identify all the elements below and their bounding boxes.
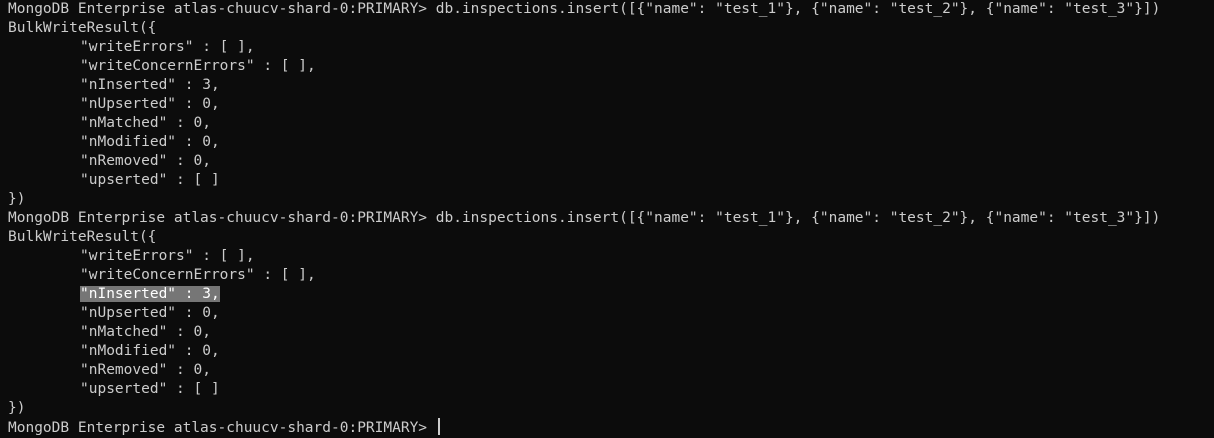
result-field: "nModified" : 0, — [8, 342, 1214, 361]
result-field: "writeErrors" : [ ], — [8, 38, 1214, 57]
field-text: "upserted" : [ ] — [80, 381, 220, 397]
result-open: BulkWriteResult({ — [8, 229, 157, 245]
command-line: MongoDB Enterprise atlas-chuucv-shard-0:… — [8, 209, 1214, 228]
result-field: "nUpserted" : 0, — [8, 95, 1214, 114]
result-field: "nInserted" : 3, — [8, 76, 1214, 95]
result-field: "nMatched" : 0, — [8, 114, 1214, 133]
selected-text[interactable]: "nInserted" : 3, — [80, 286, 220, 302]
result-field: "nModified" : 0, — [8, 133, 1214, 152]
terminal-window[interactable]: MongoDB Enterprise atlas-chuucv-shard-0:… — [0, 0, 1214, 438]
field-text: "nUpserted" : 0, — [80, 305, 220, 321]
field-text: "writeConcernErrors" : [ ], — [80, 267, 316, 283]
shell-prompt: MongoDB Enterprise atlas-chuucv-shard-0:… — [8, 1, 436, 17]
field-text: "nModified" : 0, — [80, 343, 220, 359]
result-field: "upserted" : [ ] — [8, 380, 1214, 399]
result-field: "nUpserted" : 0, — [8, 304, 1214, 323]
field-text: "nUpserted" : 0, — [80, 96, 220, 112]
result-field: "nMatched" : 0, — [8, 323, 1214, 342]
command-line: MongoDB Enterprise atlas-chuucv-shard-0:… — [8, 0, 1214, 19]
text-cursor — [437, 418, 440, 435]
field-text: "nRemoved" : 0, — [80, 362, 211, 378]
command-text: db.inspections.insert([{"name": "test_1"… — [435, 1, 1161, 17]
field-text: "writeErrors" : [ ], — [80, 248, 255, 264]
field-text: "writeConcernErrors" : [ ], — [80, 58, 316, 74]
result-field: "nRemoved" : 0, — [8, 361, 1214, 380]
result-field: "writeConcernErrors" : [ ], — [8, 57, 1214, 76]
result-field: "writeErrors" : [ ], — [8, 247, 1214, 266]
shell-prompt: MongoDB Enterprise atlas-chuucv-shard-0:… — [8, 210, 436, 226]
field-text: "nRemoved" : 0, — [80, 153, 211, 169]
shell-prompt: MongoDB Enterprise atlas-chuucv-shard-0:… — [8, 420, 436, 436]
result-close: }) — [8, 400, 26, 416]
field-text: "writeErrors" : [ ], — [80, 39, 255, 55]
result-field: "writeConcernErrors" : [ ], — [8, 266, 1214, 285]
result-close: }) — [8, 191, 26, 207]
field-text: "nMatched" : 0, — [80, 324, 211, 340]
field-text: "nInserted" : 3, — [80, 77, 220, 93]
field-text: "nModified" : 0, — [80, 134, 220, 150]
field-text: "upserted" : [ ] — [80, 172, 220, 188]
input-line[interactable]: MongoDB Enterprise atlas-chuucv-shard-0:… — [8, 418, 1214, 437]
field-text: "nMatched" : 0, — [80, 115, 211, 131]
result-open: BulkWriteResult({ — [8, 20, 157, 36]
result-field: "nRemoved" : 0, — [8, 152, 1214, 171]
command-text: db.inspections.insert([{"name": "test_1"… — [435, 210, 1161, 226]
result-field: "upserted" : [ ] — [8, 171, 1214, 190]
result-field: "nInserted" : 3, — [8, 285, 1214, 304]
